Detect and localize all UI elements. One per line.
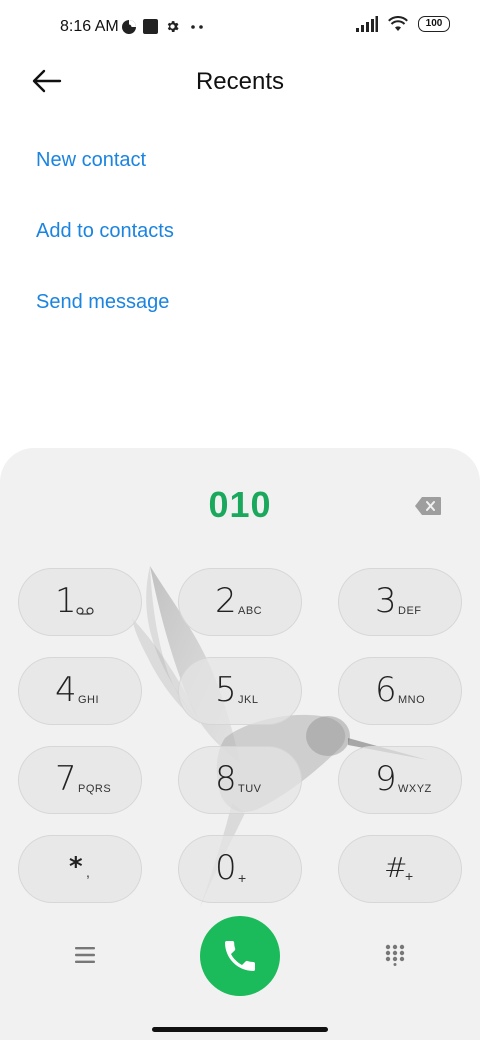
key-digit: #	[384, 851, 408, 884]
key-letters: MNO	[398, 694, 426, 706]
send-message-link[interactable]: Send message	[36, 282, 174, 353]
key-letters: GHI	[78, 694, 100, 706]
app-header: Recents	[0, 56, 480, 108]
action-list: New contact Add to contacts Send message	[36, 140, 174, 353]
key-3[interactable]: 3 DEF	[338, 568, 462, 636]
status-bar: 8:16 AM 100	[0, 0, 480, 56]
key-letters: +	[238, 870, 247, 886]
key-letters: DEF	[398, 605, 422, 617]
voicemail-icon	[76, 607, 94, 615]
dialed-number: 010	[208, 484, 272, 525]
wifi-icon	[388, 16, 408, 31]
key-6[interactable]: 6 MNO	[338, 657, 462, 725]
backspace-icon[interactable]	[414, 496, 442, 516]
key-digit: 5	[215, 670, 237, 710]
key-digit: 4	[55, 670, 77, 710]
key-digit: 2	[215, 581, 237, 621]
key-letters: JKL	[238, 694, 259, 706]
key-hash[interactable]: # +	[338, 835, 462, 903]
status-time: 8:16 AM	[60, 18, 119, 35]
key-1[interactable]: 1	[18, 568, 142, 636]
key-digit: *	[69, 852, 83, 882]
dialer-panel: 010 1 2 ABC 3 DEF 4 GHI 5 JKL 6 MNO 7 PQ…	[0, 448, 480, 1040]
signal-icon	[356, 16, 378, 32]
key-letters: TUV	[238, 783, 262, 795]
key-digit: 1	[55, 581, 77, 621]
data-saver-icon	[122, 20, 136, 34]
new-contact-link[interactable]: New contact	[36, 140, 174, 211]
key-0[interactable]: 0 +	[178, 835, 302, 903]
key-digit: 0	[215, 848, 237, 888]
menu-icon[interactable]	[75, 946, 95, 964]
key-digit: 6	[375, 670, 397, 710]
gear-icon	[167, 21, 179, 32]
key-letters: ABC	[238, 605, 263, 617]
key-4[interactable]: 4 GHI	[18, 657, 142, 725]
add-to-contacts-link[interactable]: Add to contacts	[36, 211, 174, 282]
key-7[interactable]: 7 PQRS	[18, 746, 142, 814]
key-letters: ,	[86, 864, 91, 880]
key-letters: WXYZ	[398, 783, 432, 795]
key-letters: +	[405, 868, 414, 884]
key-9[interactable]: 9 WXYZ	[338, 746, 462, 814]
battery-icon: 100	[418, 16, 450, 32]
phone-icon	[225, 941, 255, 971]
key-8[interactable]: 8 TUV	[178, 746, 302, 814]
key-digit: 8	[215, 759, 237, 799]
key-letters: PQRS	[78, 783, 112, 795]
key-2[interactable]: 2 ABC	[178, 568, 302, 636]
dialpad-icon[interactable]	[385, 944, 405, 966]
key-5[interactable]: 5 JKL	[178, 657, 302, 725]
call-button[interactable]	[200, 916, 280, 996]
key-digit: 3	[375, 581, 397, 621]
key-star[interactable]: * ,	[18, 835, 142, 903]
more-dots-icon	[191, 25, 203, 29]
key-digit: 9	[375, 759, 397, 799]
page-title: Recents	[195, 68, 285, 95]
home-indicator[interactable]	[152, 1027, 328, 1032]
key-digit: 7	[55, 759, 77, 799]
square-notification-icon	[143, 19, 158, 34]
